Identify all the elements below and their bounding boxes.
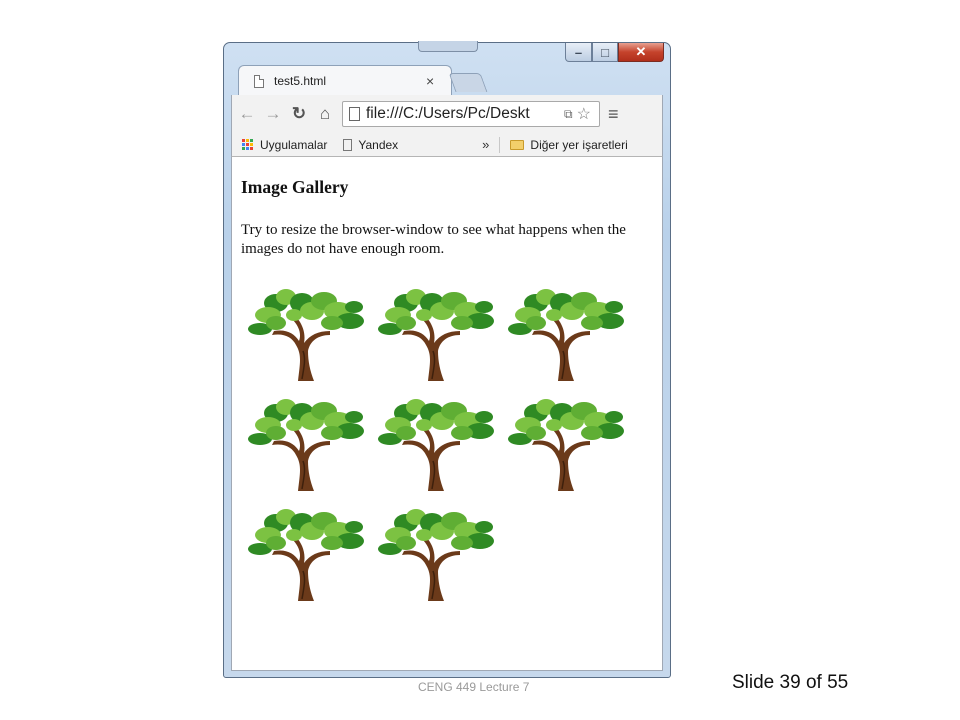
- divider: [499, 136, 501, 153]
- page-heading: Image Gallery: [241, 177, 349, 197]
- home-icon[interactable]: ⌂: [314, 103, 336, 125]
- close-window-button[interactable]: ✕: [618, 43, 664, 62]
- page-paragraph: Try to resize the browser-window to see …: [241, 222, 626, 257]
- slide-footer: CENG 449 Lecture 7: [418, 680, 530, 694]
- tree-icon: [378, 509, 494, 601]
- bookmark-yandex[interactable]: Yandex: [358, 138, 398, 152]
- minimize-button[interactable]: –: [565, 43, 592, 62]
- gallery-image: [246, 501, 368, 605]
- tree-icon: [248, 399, 364, 491]
- gallery-image: [506, 391, 628, 495]
- tree-icon: [248, 509, 364, 601]
- page-icon: [343, 138, 353, 151]
- tree-icon: [508, 289, 624, 381]
- tab-close-icon[interactable]: ×: [426, 73, 434, 89]
- bookmarks-bar: Uygulamalar Yandex » Diğer yer işaretler…: [231, 133, 663, 157]
- file-icon: [349, 107, 360, 121]
- gallery-image: [246, 281, 368, 385]
- image-gallery: [246, 281, 646, 611]
- browser-window: – □ ✕ test5.html × ← → ↻ ⌂ file:///C:/Us…: [223, 41, 671, 678]
- translate-icon[interactable]: ⧉: [564, 107, 573, 122]
- tree-icon: [378, 289, 494, 381]
- back-icon[interactable]: ←: [236, 103, 258, 125]
- slide-number: Slide 39 of 55: [732, 672, 849, 693]
- window-controls: – □ ✕: [565, 43, 664, 63]
- browser-toolbar: ← → ↻ ⌂ file:///C:/Users/Pc/Deskt ⧉ ☆ ≡: [231, 95, 663, 133]
- menu-icon[interactable]: ≡: [608, 104, 619, 125]
- other-bookmarks[interactable]: Diğer yer işaretleri: [530, 138, 627, 152]
- gallery-image: [376, 281, 498, 385]
- tree-icon: [378, 399, 494, 491]
- page-viewport: Image Gallery Try to resize the browser-…: [231, 157, 663, 671]
- star-icon[interactable]: ☆: [577, 104, 591, 124]
- folder-icon: [510, 139, 525, 150]
- address-text: file:///C:/Users/Pc/Deskt: [366, 105, 530, 122]
- tree-icon: [248, 289, 364, 381]
- gallery-image: [376, 391, 498, 495]
- page-icon: [254, 74, 264, 88]
- gallery-image: [246, 391, 368, 495]
- new-tab-button[interactable]: [448, 73, 488, 92]
- bookmarks-overflow-button[interactable]: »: [482, 137, 489, 152]
- maximize-button[interactable]: □: [592, 43, 618, 62]
- window-top-handle: [418, 41, 478, 52]
- reload-icon[interactable]: ↻: [288, 103, 310, 125]
- address-bar[interactable]: file:///C:/Users/Pc/Deskt ⧉ ☆: [342, 101, 600, 127]
- gallery-image: [506, 281, 628, 385]
- forward-icon[interactable]: →: [262, 103, 284, 125]
- apps-grid-icon: [242, 138, 254, 151]
- gallery-image: [376, 501, 498, 605]
- tree-icon: [508, 399, 624, 491]
- tab-content: test5.html ×: [238, 67, 450, 95]
- bookmark-apps[interactable]: Uygulamalar: [260, 138, 327, 152]
- tab-title: test5.html: [274, 74, 327, 88]
